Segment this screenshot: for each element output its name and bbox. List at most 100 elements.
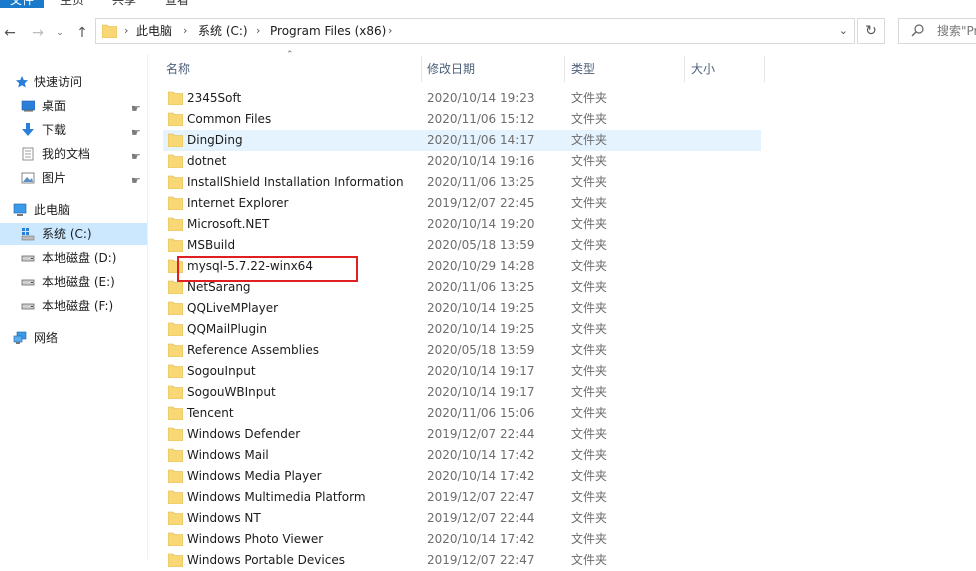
file-row[interactable]: Windows Portable Devices 2019/12/07 22:47… (163, 550, 761, 571)
file-date: 2020/10/14 19:17 (427, 385, 535, 399)
sidebar-item-drive-f[interactable]: 本地磁盘 (F:) (0, 295, 147, 317)
sidebar-item-drive-d[interactable]: 本地磁盘 (D:) (0, 247, 147, 269)
column-header-name[interactable]: 名称 (166, 54, 420, 84)
file-row[interactable]: Windows Multimedia Platform 2019/12/07 22… (163, 487, 761, 508)
sidebar-item-drive-e[interactable]: 本地磁盘 (E:) (0, 271, 147, 293)
file-type: 文件夹 (571, 364, 608, 378)
search-box[interactable]: 搜索"Pr (898, 18, 976, 44)
breadcrumb-this-pc[interactable]: 此电脑 (136, 19, 172, 43)
tab-share[interactable]: 共享 (112, 0, 136, 8)
file-date: 2020/10/29 14:28 (427, 259, 535, 273)
file-type: 文件夹 (571, 427, 608, 441)
pin-icon[interactable]: ☛ (131, 122, 141, 144)
chevron-right-icon[interactable]: › (256, 19, 260, 43)
file-name: Windows Defender (187, 427, 301, 441)
file-type: 文件夹 (571, 217, 608, 231)
drive-icon (21, 279, 35, 286)
chevron-right-icon[interactable]: › (124, 19, 128, 43)
file-row[interactable]: DingDing 2020/11/06 14:17 文件夹 (163, 130, 761, 151)
file-row[interactable]: Windows Photo Viewer 2020/10/14 17:42 文件夹 (163, 529, 761, 550)
file-type: 文件夹 (571, 532, 608, 546)
column-resize-handle[interactable] (764, 56, 765, 82)
folder-icon (168, 238, 183, 252)
sidebar-item-documents[interactable]: 我的文档 ☛ (0, 143, 147, 165)
breadcrumb-program-files-x86[interactable]: Program Files (x86) (270, 19, 386, 43)
search-placeholder: 搜索"Pr (937, 24, 976, 38)
sidebar-item-system-drive[interactable]: 系统 (C:) (0, 223, 147, 245)
pin-icon[interactable]: ☛ (131, 170, 141, 192)
up-button[interactable]: ↑ (72, 23, 92, 43)
file-row[interactable]: Microsoft.NET 2020/10/14 19:20 文件夹 (163, 214, 761, 235)
sidebar-item-this-pc[interactable]: 此电脑 (0, 199, 147, 221)
column-resize-handle[interactable] (564, 56, 565, 82)
file-type: 文件夹 (571, 196, 608, 210)
file-row[interactable]: Reference Assemblies 2020/05/18 13:59 文件夹 (163, 340, 761, 361)
file-row[interactable]: InstallShield Installation Information 20… (163, 172, 761, 193)
file-row[interactable]: QQMailPlugin 2020/10/14 19:25 文件夹 (163, 319, 761, 340)
folder-icon (102, 24, 117, 38)
file-row[interactable]: 2345Soft 2020/10/14 19:23 文件夹 (163, 88, 761, 109)
file-row[interactable]: SogouWBInput 2020/10/14 19:17 文件夹 (163, 382, 761, 403)
file-date: 2020/10/14 19:25 (427, 301, 535, 315)
tab-view[interactable]: 查看 (165, 0, 189, 8)
sidebar-item-downloads[interactable]: 下载 ☛ (0, 119, 147, 141)
forward-button[interactable]: → (28, 23, 48, 43)
file-type: 文件夹 (571, 511, 608, 525)
file-name: Windows Photo Viewer (187, 532, 324, 546)
pane-divider[interactable] (147, 54, 148, 559)
chevron-right-icon[interactable]: › (388, 19, 392, 43)
column-resize-handle[interactable] (684, 56, 685, 82)
sidebar-item-label: 我的文档 (42, 147, 91, 161)
address-history-dropdown[interactable]: ⌄ (839, 19, 848, 43)
ribbon: 文件 主页 共享 查看 (0, 0, 976, 10)
file-row[interactable]: SogouInput 2020/10/14 19:17 文件夹 (163, 361, 761, 382)
folder-icon (168, 133, 183, 147)
chevron-right-icon[interactable]: › (183, 19, 187, 43)
file-row[interactable]: MSBuild 2020/05/18 13:59 文件夹 (163, 235, 761, 256)
sidebar-item-network[interactable]: 网络 (0, 327, 147, 349)
file-name: Tencent (187, 406, 234, 420)
file-row[interactable]: Common Files 2020/11/06 15:12 文件夹 (163, 109, 761, 130)
file-row[interactable]: Windows Media Player 2020/10/14 17:42 文件夹 (163, 466, 761, 487)
breadcrumb-system-drive[interactable]: 系统 (C:) (198, 19, 248, 43)
folder-icon (168, 217, 183, 231)
column-resize-handle[interactable] (421, 56, 422, 82)
file-row[interactable]: Internet Explorer 2019/12/07 22:45 文件夹 (163, 193, 761, 214)
recent-locations-button[interactable]: ⌄ (50, 23, 70, 43)
refresh-button[interactable]: ↻ (857, 18, 885, 44)
file-date: 2020/10/14 17:42 (427, 532, 535, 546)
column-header-type[interactable]: 类型 (571, 54, 683, 84)
back-button[interactable]: ← (0, 23, 20, 43)
folder-icon (168, 511, 183, 525)
file-row[interactable]: dotnet 2020/10/14 19:16 文件夹 (163, 151, 761, 172)
file-row[interactable]: Tencent 2020/11/06 15:06 文件夹 (163, 403, 761, 424)
folder-icon (168, 154, 183, 168)
file-type: 文件夹 (571, 154, 608, 168)
file-name: SogouWBInput (187, 385, 276, 399)
column-header-size[interactable]: 大小 (691, 54, 763, 84)
file-name: DingDing (187, 133, 243, 147)
file-type: 文件夹 (571, 553, 608, 567)
sidebar-item-label: 快速访问 (34, 75, 83, 89)
file-name: QQMailPlugin (187, 322, 267, 336)
star-icon (16, 76, 28, 88)
pin-icon[interactable]: ☛ (131, 146, 141, 168)
sidebar-item-pictures[interactable]: 图片 ☛ (0, 167, 147, 189)
column-header-date[interactable]: 修改日期 (427, 54, 563, 84)
pin-icon[interactable]: ☛ (131, 98, 141, 120)
file-row[interactable]: QQLiveMPlayer 2020/10/14 19:25 文件夹 (163, 298, 761, 319)
sidebar-item-quick-access[interactable]: 快速访问 (0, 71, 147, 93)
file-type: 文件夹 (571, 469, 608, 483)
sidebar-item-label: 此电脑 (34, 203, 71, 217)
file-row[interactable]: Windows Defender 2019/12/07 22:44 文件夹 (163, 424, 761, 445)
file-row[interactable]: Windows NT 2019/12/07 22:44 文件夹 (163, 508, 761, 529)
file-row[interactable]: Windows Mail 2020/10/14 17:42 文件夹 (163, 445, 761, 466)
address-bar[interactable]: › 此电脑 › 系统 (C:) › Program Files (x86) › … (95, 18, 855, 44)
arrow-right-icon: → (32, 25, 44, 41)
file-name: SogouInput (187, 364, 256, 378)
sidebar-item-desktop[interactable]: 桌面 ☛ (0, 95, 147, 117)
folder-icon (168, 385, 183, 399)
file-name: Windows Portable Devices (187, 553, 345, 567)
tab-file[interactable]: 文件 (0, 0, 44, 8)
tab-home[interactable]: 主页 (60, 0, 84, 8)
